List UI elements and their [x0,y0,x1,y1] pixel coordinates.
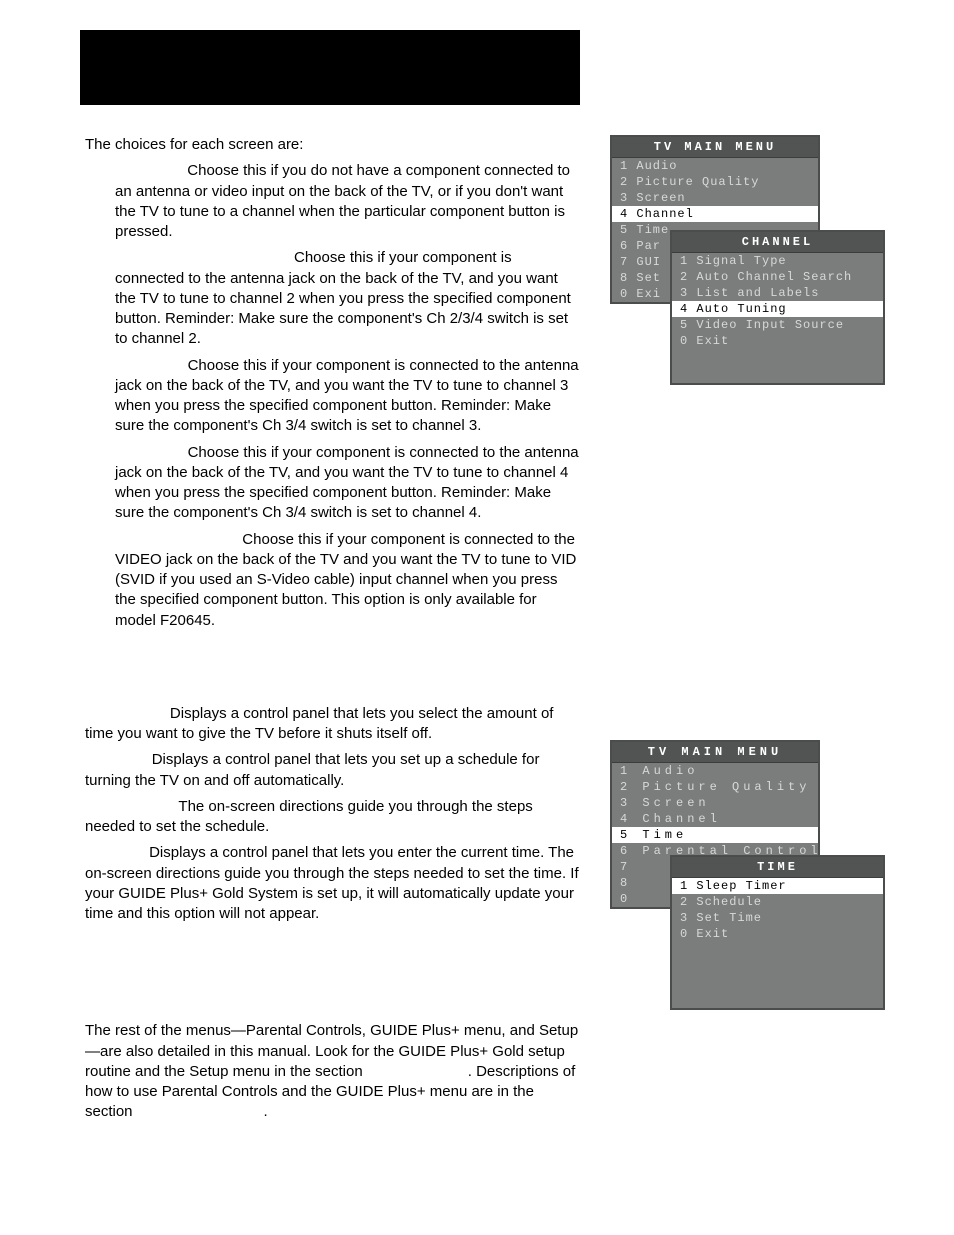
osd1-title: TV MAIN MENU [612,137,818,158]
header-bar [80,30,580,105]
osd-row: 2 Schedule [672,894,883,910]
option-item: Channel 4 Choose this if your component … [85,443,580,524]
osd-row: 4 Auto Tuning [672,301,883,317]
time-item-label: Set Schedule [85,798,178,815]
time-item: Set Schedule The on-screen directions gu… [85,797,580,838]
osd2-sub-title: TIME [672,857,883,878]
rest-ref-a: Getting Started [367,1063,468,1080]
osd-row: 1 Audio [612,763,818,779]
osd-row: 1 Signal Type [672,253,883,269]
time-item-label: Set Time [85,844,149,861]
osd-row: 2 Picture Quality [612,174,818,190]
option-item: Tune to Channel 2 (CH02) Choose this if … [85,248,580,349]
osd-row: 1 Audio [612,158,818,174]
time-heading: Time Menu [85,667,580,694]
option-label: No Tuning [115,162,187,179]
osd-row: 2 Auto Channel Search [672,269,883,285]
time-item-text: Displays a control panel that lets you e… [85,844,579,922]
time-item-label: Schedule [85,751,152,768]
time-item-text: Displays a control panel that lets you s… [85,751,539,788]
osd2-title: TV MAIN MENU [612,742,818,763]
time-item: Schedule Displays a control panel that l… [85,750,580,791]
osd-row: 1 Sleep Timer [672,878,883,894]
osd-row: 0 Exit [672,926,883,942]
option-item: Video Input (VID1) Choose this if your c… [85,530,580,631]
rest-paragraph: The rest of the menus—Parental Controls,… [85,1021,580,1122]
osd-row: 3 List and Labels [672,285,883,301]
osd-row: 4 Channel [612,206,818,222]
osd-row: 5 Time [612,827,818,843]
osd-row: 3 Screen [612,795,818,811]
rest-text-c: . [263,1103,267,1120]
time-item: Sleep Timer Displays a control panel tha… [85,704,580,745]
body-text: The choices for each screen are: No Tuni… [85,135,580,1123]
rest-ref-b: Using the Features [137,1103,264,1120]
osd-row: 2 Picture Quality [612,779,818,795]
option-item: Channel 3 Choose this if your component … [85,356,580,437]
rest-heading: The Rest of the Menus [85,984,580,1011]
time-item-label: Sleep Timer [85,705,170,722]
osd-time-screenshot: TV MAIN MENU 1 Audio2 Picture Quality3 S… [610,740,870,909]
option-label: Channel 3 [115,357,188,374]
option-label: Video Input (VID1) [115,531,242,548]
intro-text: The choices for each screen are: [85,135,580,155]
option-label: Tune to Channel 2 (CH02) [115,249,294,266]
osd-row: 3 Screen [612,190,818,206]
option-label: Channel 4 [115,444,188,461]
osd-channel-screenshot: TV MAIN MENU 1 Audio2 Picture Quality3 S… [610,135,870,304]
time-item: Set Time Displays a control panel that l… [85,843,580,924]
option-item: No Tuning Choose this if you do not have… [85,161,580,242]
osd-row: 0 Exit [672,333,883,349]
osd-row: 5 Video Input Source [672,317,883,333]
osd1-sub-title: CHANNEL [672,232,883,253]
osd-row: 3 Set Time [672,910,883,926]
osd-row: 4 Channel [612,811,818,827]
